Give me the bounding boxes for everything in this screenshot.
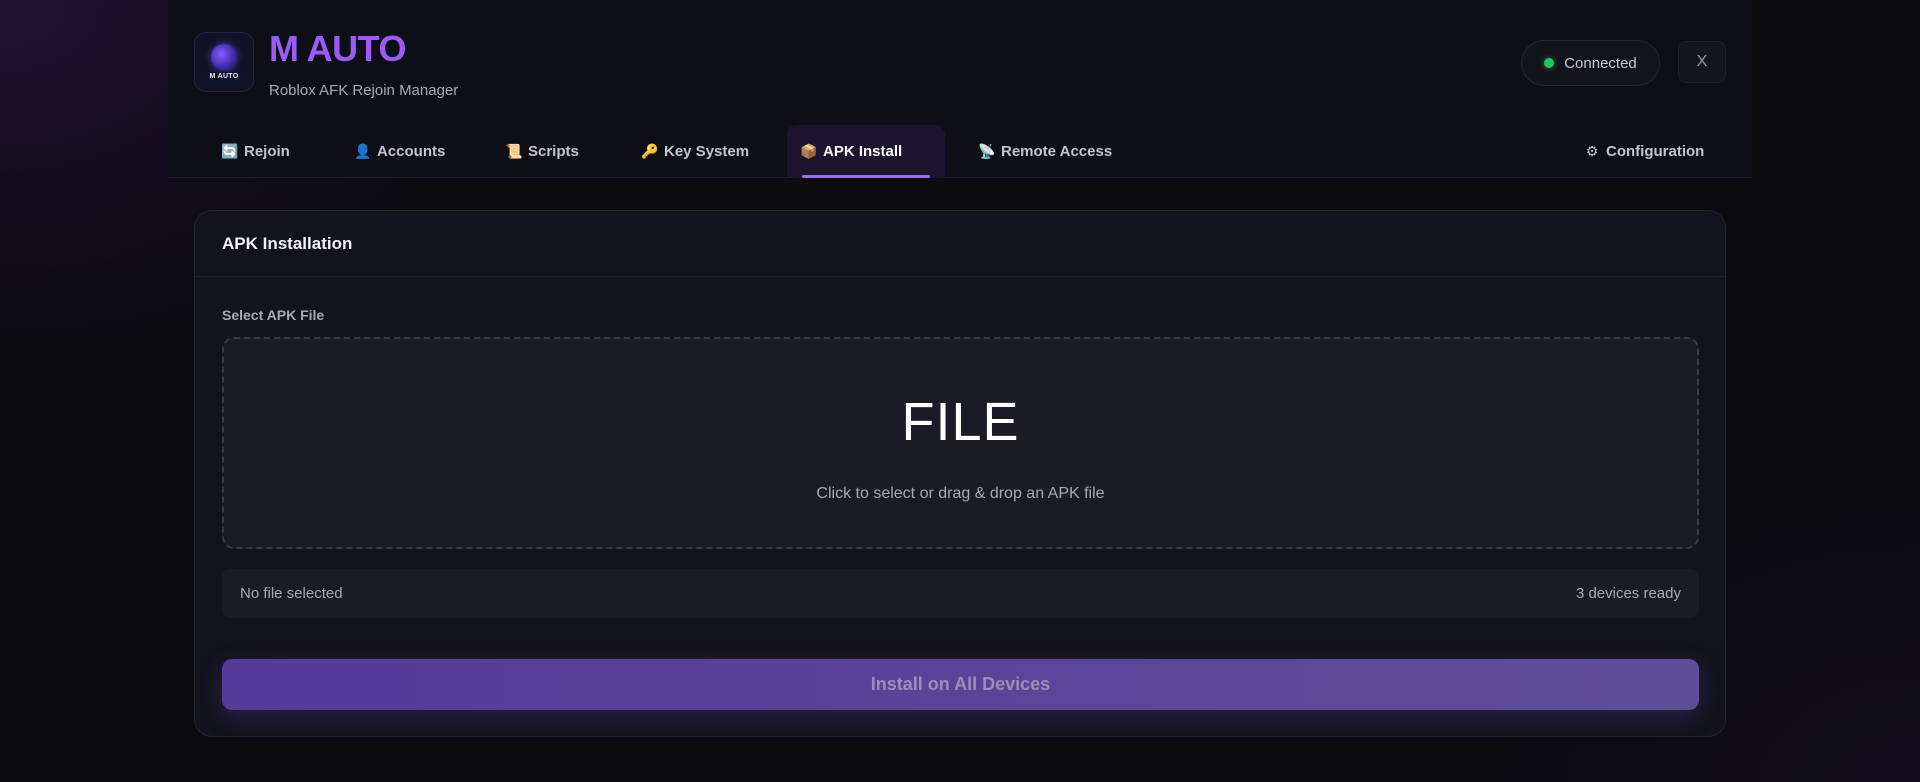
tab-label: Key System <box>664 143 750 160</box>
gear-icon: ⚙ <box>1585 143 1599 159</box>
user-icon: 👤 <box>354 143 372 159</box>
tab-label: Rejoin <box>244 143 290 160</box>
scroll-icon: 📜 <box>505 143 523 159</box>
tab-label: Configuration <box>1606 143 1705 160</box>
refresh-icon: 🔄 <box>221 143 239 159</box>
select-apk-label: Select APK File <box>222 307 325 323</box>
app-header-frame: M AUTO M AUTO Roblox AFK Rejoin Manager … <box>168 0 1752 178</box>
connection-status-badge: Connected <box>1521 40 1660 86</box>
tab-scripts[interactable]: 📜 Scripts <box>492 125 593 178</box>
main-tabs: 🔄 Rejoin 👤 Accounts 📜 Scripts 🔑 Key Syst… <box>168 125 1752 178</box>
package-icon: 📦 <box>800 143 818 159</box>
tab-accounts[interactable]: 👤 Accounts <box>341 125 459 178</box>
app-title: M AUTO <box>269 28 407 69</box>
app-logo: M AUTO <box>194 32 254 92</box>
tab-label: Remote Access <box>1001 143 1113 160</box>
apk-dropzone[interactable]: FILE Click to select or drag & drop an A… <box>222 337 1699 549</box>
tab-key-system[interactable]: 🔑 Key System <box>628 125 763 178</box>
key-icon: 🔑 <box>641 143 659 159</box>
tab-rejoin[interactable]: 🔄 Rejoin <box>208 125 304 178</box>
file-status: No file selected <box>240 585 343 602</box>
tab-remote-access[interactable]: 📡 Remote Access <box>965 125 1126 178</box>
logo-text: M AUTO <box>209 73 239 80</box>
panel-title: APK Installation <box>195 211 1725 277</box>
file-info-bar: No file selected 3 devices ready <box>222 569 1699 618</box>
app-subtitle: Roblox AFK Rejoin Manager <box>269 82 459 99</box>
logo-orb-icon <box>211 44 237 70</box>
install-all-devices-button[interactable]: Install on All Devices <box>222 659 1699 710</box>
dropzone-title: FILE <box>901 392 1020 452</box>
close-button[interactable]: X <box>1678 41 1726 83</box>
apk-installation-panel: APK Installation Select APK File FILE Cl… <box>194 210 1726 737</box>
tab-apk-install[interactable]: 📦 APK Install <box>787 125 945 178</box>
tab-label: APK Install <box>823 143 903 160</box>
devices-status: 3 devices ready <box>1575 585 1681 602</box>
tab-configuration[interactable]: ⚙ Configuration <box>1570 125 1718 178</box>
tab-label: Scripts <box>528 143 579 160</box>
tab-label: Accounts <box>377 143 446 160</box>
status-dot-icon <box>1544 58 1555 68</box>
connection-status-label: Connected <box>1564 54 1637 72</box>
app-header: M AUTO M AUTO Roblox AFK Rejoin Manager … <box>168 0 1752 120</box>
satellite-icon: 📡 <box>978 143 996 159</box>
dropzone-hint: Click to select or drag & drop an APK fi… <box>816 485 1105 502</box>
